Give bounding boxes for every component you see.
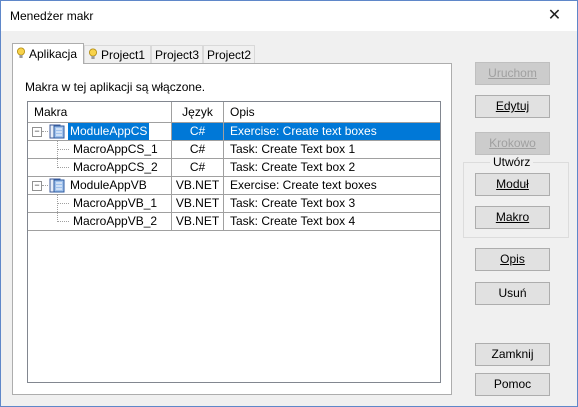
collapse-icon[interactable]: − [32, 127, 42, 137]
help-button[interactable]: Pomoc [475, 373, 550, 396]
close-icon: ✕ [547, 7, 562, 24]
edit-button-label: Edytuj [495, 99, 530, 113]
module-icon [49, 124, 65, 139]
cell-name: MacroAppCS_2 [28, 159, 172, 176]
cell-description: Exercise: Create text boxes [224, 123, 440, 140]
edit-button[interactable]: Edytuj [475, 95, 550, 118]
module-icon [49, 178, 65, 193]
cell-language: VB.NET [172, 177, 224, 194]
cell-description: Task: Create Text box 3 [230, 196, 356, 210]
title-bar[interactable]: Menedżer makr ✕ [1, 1, 577, 31]
column-header-makra[interactable]: Makra [28, 102, 172, 122]
macro-name: MacroAppCS_1 [73, 142, 158, 156]
close-button[interactable]: Zamknij [475, 343, 550, 366]
grid-header: Makra Język Opis [28, 102, 440, 123]
tree-row-macro[interactable]: MacroAppVB_1 VB.NET Task: Create Text bo… [28, 195, 440, 213]
cell-name: MacroAppVB_2 [28, 213, 172, 230]
delete-button-label: Usuń [498, 286, 527, 300]
tab-panel-aplikacja: Makra w tej aplikacji są włączone. Makra… [12, 63, 452, 395]
close-window-button[interactable]: ✕ [532, 1, 577, 31]
tree-row-macro[interactable]: MacroAppCS_1 C# Task: Create Text box 1 [28, 141, 440, 159]
cell-language: C# [172, 141, 224, 158]
run-button-label: Uruchom [488, 66, 537, 80]
macro-name: MacroAppCS_2 [73, 160, 158, 174]
description-button[interactable]: Opis [475, 248, 550, 271]
delete-button[interactable]: Usuń [475, 282, 550, 305]
cell-description: Task: Create Text box 2 [230, 160, 356, 174]
tree-row-module[interactable]: − ModuleAppCS C# Exercise: Create text b… [28, 123, 440, 141]
macro-tree-grid[interactable]: Makra Język Opis − ModuleAppCS C# Exerci… [27, 101, 441, 383]
cell-name: − ModuleAppVB [28, 177, 172, 194]
tab-project1[interactable]: Project1 [84, 45, 151, 63]
tab-label: Project1 [101, 48, 146, 62]
new-macro-button[interactable]: Makro [475, 206, 550, 229]
tree-row-macro[interactable]: MacroAppCS_2 C# Task: Create Text box 2 [28, 159, 440, 177]
cell-name: MacroAppVB_1 [28, 195, 172, 212]
cell-language: C# [172, 123, 224, 140]
tab-project3[interactable]: Project3 [151, 45, 203, 63]
bulb-icon [89, 48, 97, 59]
tree-row-macro[interactable]: MacroAppVB_2 VB.NET Task: Create Text bo… [28, 213, 440, 231]
tab-aplikacja[interactable]: Aplikacja [12, 43, 84, 64]
tab-label: Project3 [155, 48, 200, 62]
module-name: ModuleAppVB [70, 178, 147, 192]
bulb-icon [17, 47, 25, 58]
step-button-label: Krokowo [489, 136, 536, 150]
cell-name: MacroAppCS_1 [28, 141, 172, 158]
create-group-label: Utwórz [490, 155, 534, 169]
macro-manager-window: Menedżer makr ✕ Aplikacja Project1 Proje… [0, 0, 578, 407]
macro-button-label: Makro [495, 210, 530, 224]
cell-name: − ModuleAppCS [28, 123, 172, 140]
new-module-button[interactable]: Moduł [475, 173, 550, 196]
macro-name: MacroAppVB_1 [73, 196, 158, 210]
cell-description: Exercise: Create text boxes [230, 178, 377, 192]
cell-description: Task: Create Text box 4 [230, 214, 356, 228]
help-button-label: Pomoc [493, 377, 532, 391]
description-button-label: Opis [500, 252, 525, 266]
step-button[interactable]: Krokowo [475, 132, 550, 155]
module-name: ModuleAppCS [68, 123, 150, 140]
tree-row-module[interactable]: − ModuleAppVB VB.NET Exercise: Create te… [28, 177, 440, 195]
cell-language: VB.NET [172, 195, 224, 212]
macro-name: MacroAppVB_2 [73, 214, 158, 228]
macros-enabled-info: Makra w tej aplikacji są włączone. [25, 80, 206, 94]
collapse-icon[interactable]: − [32, 181, 42, 191]
run-button[interactable]: Uruchom [475, 62, 550, 85]
cell-description: Task: Create Text box 1 [230, 142, 356, 156]
column-header-jezyk[interactable]: Język [172, 102, 224, 122]
tab-project2[interactable]: Project2 [203, 45, 255, 63]
window-title: Menedżer makr [10, 9, 94, 23]
column-header-opis[interactable]: Opis [224, 102, 440, 122]
cell-language: C# [172, 159, 224, 176]
cell-language: VB.NET [172, 213, 224, 230]
tab-label: Project2 [207, 48, 252, 62]
tab-label: Aplikacja [29, 47, 78, 61]
module-button-label: Moduł [496, 177, 529, 191]
close-button-label: Zamknij [491, 347, 534, 361]
